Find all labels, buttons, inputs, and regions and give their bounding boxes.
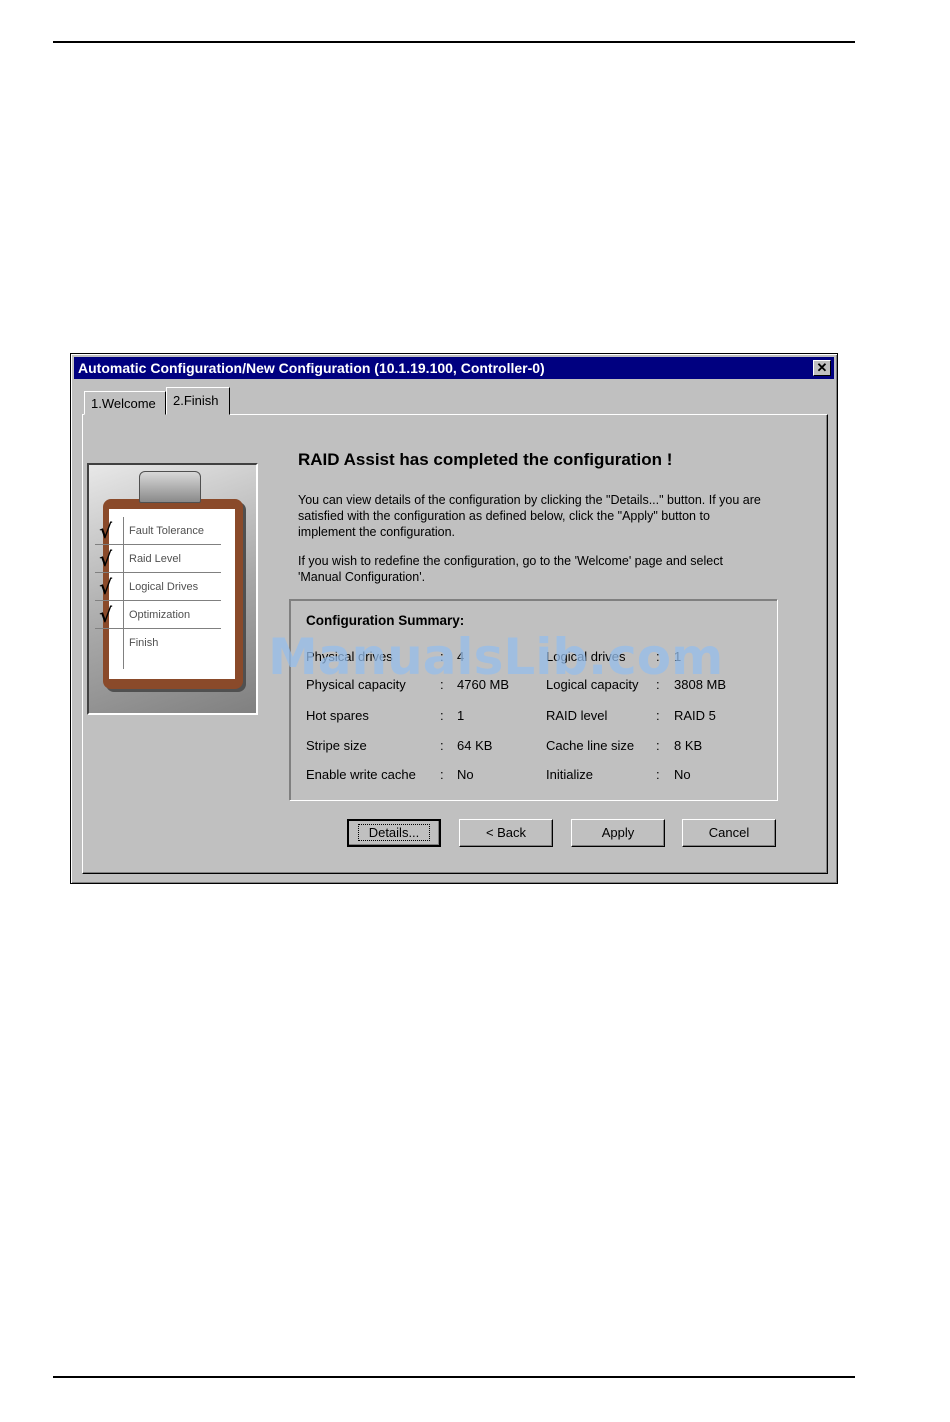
watermark: ManualsLib.com: [268, 628, 724, 686]
summary-label: Stripe size: [306, 738, 367, 753]
summary-value: No: [674, 767, 691, 782]
summary-title: Configuration Summary:: [306, 613, 465, 628]
checklist-label: Finish: [129, 637, 159, 649]
checklist-item-raid-level: √ Raid Level: [95, 545, 221, 573]
checklist-label: Optimization: [129, 609, 191, 621]
checklist-item-finish: Finish: [95, 629, 221, 669]
dialog-titlebar[interactable]: Automatic Configuration/New Configuratio…: [74, 357, 834, 379]
summary-value: 64 KB: [457, 738, 493, 753]
checklist-label: Logical Drives: [129, 581, 199, 593]
summary-separator: :: [440, 708, 444, 723]
completion-heading: RAID Assist has completed the configurat…: [298, 450, 673, 469]
summary-separator: :: [656, 767, 660, 782]
dialog-title: Automatic Configuration/New Configuratio…: [78, 360, 545, 376]
checklist-item-logical-drives: √ Logical Drives: [95, 573, 221, 601]
summary-value: No: [457, 767, 474, 782]
checkmark-icon: √: [99, 603, 113, 627]
tab-finish[interactable]: 2.Finish: [166, 387, 230, 415]
checklist-label: Fault Tolerance: [129, 525, 205, 537]
summary-separator: :: [440, 767, 444, 782]
checkmark-icon: √: [99, 575, 113, 599]
clipboard-clip-icon: [139, 471, 201, 503]
checklist-item-optimization: √ Optimization: [95, 601, 221, 629]
details-button-label: Details...: [357, 824, 431, 841]
summary-value: 8 KB: [674, 738, 703, 753]
back-button[interactable]: < Back: [459, 819, 553, 847]
redefine-instructions: If you wish to redefine the configuratio…: [298, 554, 723, 584]
checkmark-icon: √: [99, 519, 113, 543]
page-bottom-rule: [53, 1376, 855, 1378]
close-icon[interactable]: ✕: [813, 360, 831, 376]
details-instructions: You can view details of the configuratio…: [298, 493, 761, 539]
summary-label: Cache line size: [546, 738, 635, 753]
checkmark-icon: √: [99, 547, 113, 571]
summary-separator: :: [656, 708, 660, 723]
summary-separator: :: [440, 738, 444, 753]
summary-label: Enable write cache: [306, 767, 416, 782]
apply-button[interactable]: Apply: [571, 819, 665, 847]
cancel-button[interactable]: Cancel: [682, 819, 776, 847]
page-top-rule: [53, 41, 855, 43]
tab-welcome[interactable]: 1.Welcome: [84, 391, 166, 415]
summary-label: Initialize: [546, 767, 593, 782]
checklist-label: Raid Level: [129, 553, 181, 565]
summary-value: RAID 5: [674, 708, 716, 723]
summary-separator: :: [656, 738, 660, 753]
checklist-item-fault-tolerance: √ Fault Tolerance: [95, 517, 221, 545]
summary-label: RAID level: [546, 708, 608, 723]
details-button[interactable]: Details...: [347, 819, 441, 847]
summary-label: Hot spares: [306, 708, 369, 723]
summary-value: 1: [457, 708, 465, 723]
clipboard-illustration: √ Fault Tolerance √ Raid Level √ Logical…: [87, 463, 258, 715]
